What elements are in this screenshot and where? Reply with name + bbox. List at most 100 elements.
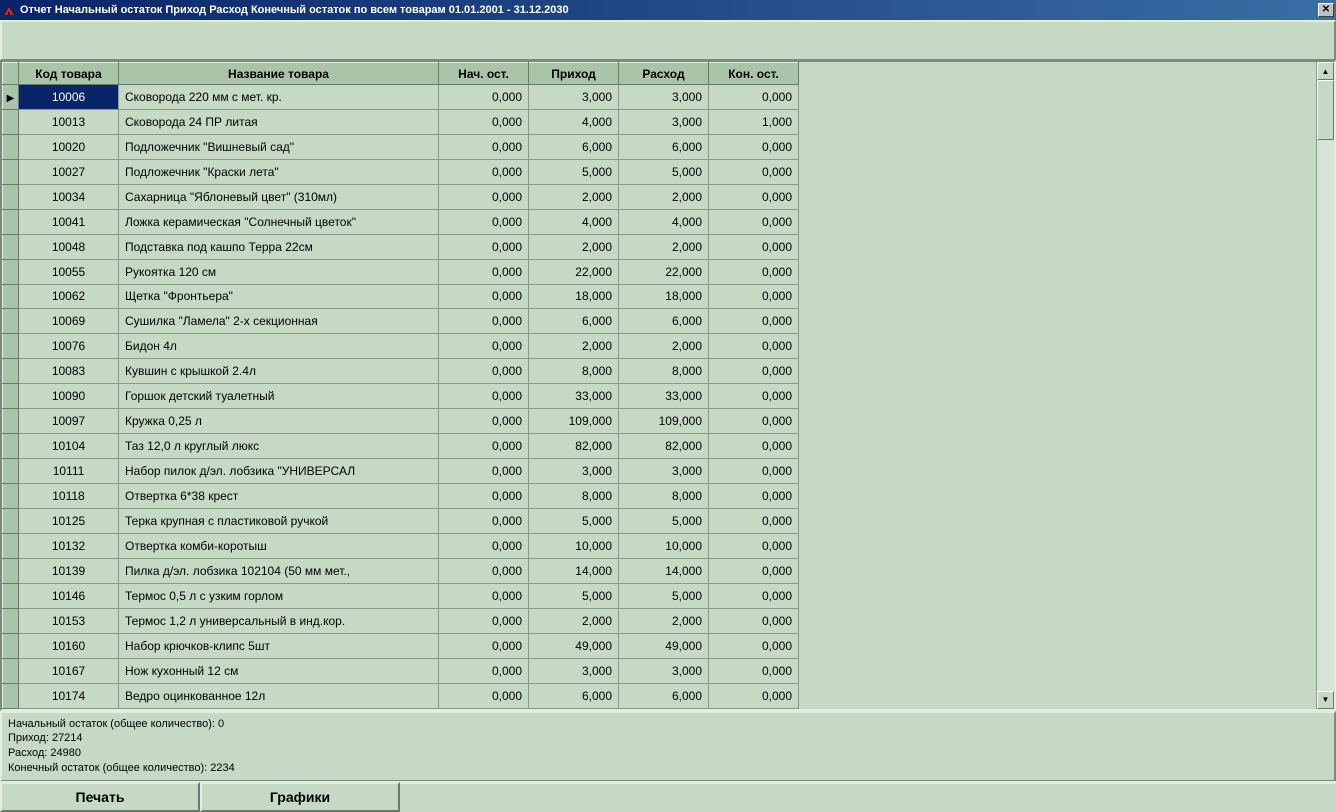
cell-end[interactable]: 0,000	[709, 508, 799, 533]
cell-end[interactable]: 0,000	[709, 85, 799, 110]
cell-in[interactable]: 18,000	[529, 284, 619, 309]
cell-code[interactable]: 10090	[19, 384, 119, 409]
cell-out[interactable]: 18,000	[619, 284, 709, 309]
cell-start[interactable]: 0,000	[439, 259, 529, 284]
cell-out[interactable]: 49,000	[619, 633, 709, 658]
table-row[interactable]: 10013Сковорода 24 ПР литая0,0004,0003,00…	[3, 109, 799, 134]
cell-in[interactable]: 5,000	[529, 583, 619, 608]
cell-name[interactable]: Кружка 0,25 л	[119, 409, 439, 434]
cell-name[interactable]: Набор крючков-клипс 5шт	[119, 633, 439, 658]
cell-end[interactable]: 0,000	[709, 184, 799, 209]
table-row[interactable]: 10146Термос 0,5 л с узким горлом0,0005,0…	[3, 583, 799, 608]
cell-start[interactable]: 0,000	[439, 683, 529, 708]
cell-start[interactable]: 0,000	[439, 459, 529, 484]
cell-code[interactable]: 10097	[19, 409, 119, 434]
vertical-scrollbar[interactable]: ▲ ▼	[1316, 62, 1334, 709]
scroll-thumb[interactable]	[1317, 80, 1334, 140]
cell-name[interactable]: Терка крупная с пластиковой ручкой	[119, 508, 439, 533]
cell-in[interactable]: 109,000	[529, 409, 619, 434]
cell-end[interactable]: 0,000	[709, 409, 799, 434]
table-row[interactable]: 10118Отвертка 6*38 крест0,0008,0008,0000…	[3, 484, 799, 509]
cell-out[interactable]: 6,000	[619, 309, 709, 334]
cell-name[interactable]: Сковорода 220 мм с мет. кр.	[119, 85, 439, 110]
col-header-end[interactable]: Кон. ост.	[709, 63, 799, 85]
cell-code[interactable]: 10027	[19, 159, 119, 184]
cell-out[interactable]: 82,000	[619, 434, 709, 459]
cell-end[interactable]: 0,000	[709, 558, 799, 583]
cell-out[interactable]: 2,000	[619, 334, 709, 359]
cell-code[interactable]: 10041	[19, 209, 119, 234]
cell-name[interactable]: Кувшин с крышкой 2.4л	[119, 359, 439, 384]
cell-out[interactable]: 10,000	[619, 533, 709, 558]
cell-code[interactable]: 10083	[19, 359, 119, 384]
table-row[interactable]: 10104Таз 12,0 л круглый люкс0,00082,0008…	[3, 434, 799, 459]
cell-code[interactable]: 10069	[19, 309, 119, 334]
cell-code[interactable]: 10104	[19, 434, 119, 459]
cell-out[interactable]: 3,000	[619, 85, 709, 110]
cell-in[interactable]: 6,000	[529, 134, 619, 159]
cell-out[interactable]: 33,000	[619, 384, 709, 409]
cell-out[interactable]: 3,000	[619, 109, 709, 134]
cell-name[interactable]: Набор пилок д/эл. лобзика "УНИВЕРСАЛ	[119, 459, 439, 484]
table-row[interactable]: 10076Бидон 4л0,0002,0002,0000,000	[3, 334, 799, 359]
scroll-up-button[interactable]: ▲	[1317, 62, 1334, 80]
cell-in[interactable]: 3,000	[529, 85, 619, 110]
cell-start[interactable]: 0,000	[439, 484, 529, 509]
cell-in[interactable]: 4,000	[529, 109, 619, 134]
cell-in[interactable]: 22,000	[529, 259, 619, 284]
cell-in[interactable]: 14,000	[529, 558, 619, 583]
cell-in[interactable]: 10,000	[529, 533, 619, 558]
cell-start[interactable]: 0,000	[439, 583, 529, 608]
cell-start[interactable]: 0,000	[439, 508, 529, 533]
cell-out[interactable]: 8,000	[619, 359, 709, 384]
print-button[interactable]: Печать	[0, 782, 200, 812]
cell-code[interactable]: 10020	[19, 134, 119, 159]
cell-start[interactable]: 0,000	[439, 633, 529, 658]
cell-start[interactable]: 0,000	[439, 309, 529, 334]
cell-in[interactable]: 6,000	[529, 683, 619, 708]
cell-end[interactable]: 0,000	[709, 334, 799, 359]
cell-start[interactable]: 0,000	[439, 558, 529, 583]
cell-name[interactable]: Ложка керамическая "Солнечный цветок"	[119, 209, 439, 234]
table-row[interactable]: 10069Сушилка "Ламела" 2-х секционная0,00…	[3, 309, 799, 334]
cell-name[interactable]: Бидон 4л	[119, 334, 439, 359]
cell-name[interactable]: Горшок детский туалетный	[119, 384, 439, 409]
cell-end[interactable]: 0,000	[709, 209, 799, 234]
data-grid[interactable]: Код товара Название товара Нач. ост. При…	[2, 62, 799, 709]
table-row[interactable]: 10153Термос 1,2 л универсальный в инд.ко…	[3, 608, 799, 633]
cell-in[interactable]: 2,000	[529, 608, 619, 633]
cell-code[interactable]: 10160	[19, 633, 119, 658]
cell-name[interactable]: Таз 12,0 л круглый люкс	[119, 434, 439, 459]
table-row[interactable]: 10139Пилка д/эл. лобзика 102104 (50 мм м…	[3, 558, 799, 583]
cell-start[interactable]: 0,000	[439, 384, 529, 409]
cell-end[interactable]: 0,000	[709, 259, 799, 284]
cell-in[interactable]: 49,000	[529, 633, 619, 658]
cell-end[interactable]: 0,000	[709, 533, 799, 558]
charts-button[interactable]: Графики	[200, 782, 400, 812]
cell-start[interactable]: 0,000	[439, 284, 529, 309]
cell-start[interactable]: 0,000	[439, 234, 529, 259]
cell-out[interactable]: 2,000	[619, 234, 709, 259]
cell-end[interactable]: 0,000	[709, 284, 799, 309]
cell-out[interactable]: 8,000	[619, 484, 709, 509]
cell-name[interactable]: Отвертка комби-коротыш	[119, 533, 439, 558]
cell-end[interactable]: 0,000	[709, 159, 799, 184]
cell-code[interactable]: 10076	[19, 334, 119, 359]
table-row[interactable]: 10041Ложка керамическая "Солнечный цвето…	[3, 209, 799, 234]
cell-end[interactable]: 0,000	[709, 134, 799, 159]
table-row[interactable]: 10167Нож кухонный 12 см0,0003,0003,0000,…	[3, 658, 799, 683]
cell-code[interactable]: 10111	[19, 459, 119, 484]
cell-end[interactable]: 0,000	[709, 359, 799, 384]
col-header-out[interactable]: Расход	[619, 63, 709, 85]
cell-start[interactable]: 0,000	[439, 159, 529, 184]
cell-out[interactable]: 2,000	[619, 184, 709, 209]
cell-end[interactable]: 0,000	[709, 459, 799, 484]
table-row[interactable]: 10020Подложечник "Вишневый сад"0,0006,00…	[3, 134, 799, 159]
cell-name[interactable]: Сахарница "Яблоневый цвет" (310мл)	[119, 184, 439, 209]
cell-out[interactable]: 5,000	[619, 583, 709, 608]
cell-out[interactable]: 5,000	[619, 159, 709, 184]
cell-code[interactable]: 10062	[19, 284, 119, 309]
cell-code[interactable]: 10034	[19, 184, 119, 209]
cell-in[interactable]: 5,000	[529, 159, 619, 184]
cell-out[interactable]: 109,000	[619, 409, 709, 434]
